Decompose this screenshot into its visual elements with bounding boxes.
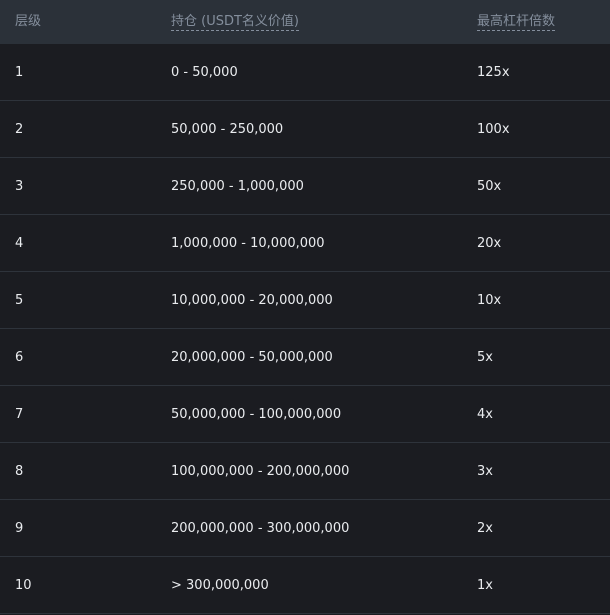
position-cell: 0 - 50,000	[171, 64, 238, 80]
tier-cell: 4	[15, 235, 24, 251]
column-header-position[interactable]: 持仓 (USDT名义价值)	[156, 13, 462, 31]
tier-cell: 1	[15, 64, 24, 80]
table-row: 5 10,000,000 - 20,000,000 10x	[0, 272, 610, 329]
position-cell: 20,000,000 - 50,000,000	[171, 349, 333, 365]
leverage-cell: 2x	[477, 520, 493, 536]
table-row: 1 0 - 50,000 125x	[0, 44, 610, 101]
table-row: 6 20,000,000 - 50,000,000 5x	[0, 329, 610, 386]
position-cell: 200,000,000 - 300,000,000	[171, 520, 350, 536]
leverage-cell: 50x	[477, 178, 502, 194]
table-header: 层级 持仓 (USDT名义价值) 最高杠杆倍数	[0, 0, 610, 44]
tier-cell: 6	[15, 349, 24, 365]
leverage-tier-table: 层级 持仓 (USDT名义价值) 最高杠杆倍数 1 0 - 50,000 125…	[0, 0, 610, 614]
position-cell: 1,000,000 - 10,000,000	[171, 235, 325, 251]
leverage-cell: 20x	[477, 235, 502, 251]
tier-cell: 8	[15, 463, 24, 479]
leverage-cell: 4x	[477, 406, 493, 422]
leverage-cell: 10x	[477, 292, 502, 308]
leverage-cell: 125x	[477, 64, 510, 80]
leverage-header-label[interactable]: 最高杠杆倍数	[477, 14, 556, 31]
tier-cell: 5	[15, 292, 24, 308]
table-row: 10 > 300,000,000 1x	[0, 557, 610, 614]
table-row: 9 200,000,000 - 300,000,000 2x	[0, 500, 610, 557]
position-cell: 10,000,000 - 20,000,000	[171, 292, 333, 308]
table-row: 8 100,000,000 - 200,000,000 3x	[0, 443, 610, 500]
leverage-cell: 1x	[477, 577, 493, 593]
tier-cell: 3	[15, 178, 24, 194]
tier-header-label: 层级	[15, 14, 42, 29]
position-header-label[interactable]: 持仓 (USDT名义价值)	[171, 14, 299, 31]
table-row: 7 50,000,000 - 100,000,000 4x	[0, 386, 610, 443]
position-cell: > 300,000,000	[171, 577, 269, 593]
leverage-cell: 100x	[477, 121, 510, 137]
table-body: 1 0 - 50,000 125x 2 50,000 - 250,000 100…	[0, 44, 610, 614]
position-cell: 50,000 - 250,000	[171, 121, 284, 137]
table-row: 4 1,000,000 - 10,000,000 20x	[0, 215, 610, 272]
table-row: 2 50,000 - 250,000 100x	[0, 101, 610, 158]
tier-cell: 9	[15, 520, 24, 536]
column-header-leverage[interactable]: 最高杠杆倍数	[462, 13, 610, 31]
table-row: 3 250,000 - 1,000,000 50x	[0, 158, 610, 215]
column-header-tier: 层级	[0, 13, 156, 31]
tier-cell: 7	[15, 406, 24, 422]
tier-cell: 10	[15, 577, 32, 593]
tier-cell: 2	[15, 121, 24, 137]
position-cell: 50,000,000 - 100,000,000	[171, 406, 342, 422]
leverage-cell: 3x	[477, 463, 493, 479]
position-cell: 100,000,000 - 200,000,000	[171, 463, 350, 479]
position-cell: 250,000 - 1,000,000	[171, 178, 304, 194]
leverage-cell: 5x	[477, 349, 493, 365]
